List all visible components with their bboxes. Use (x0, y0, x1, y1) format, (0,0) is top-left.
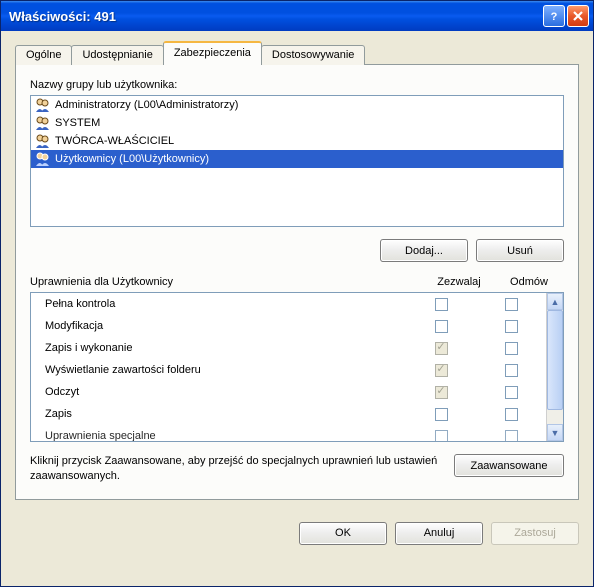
add-button[interactable]: Dodaj... (380, 239, 468, 262)
groups-list[interactable]: Administratorzy (L00\Administratorzy) SY… (30, 95, 564, 227)
permissions-allow-col: Zezwalaj (424, 276, 494, 288)
permission-name: Modyfikacja (45, 320, 406, 332)
permission-name: Odczyt (45, 386, 406, 398)
permissions-header: Uprawnienia dla Użytkownicy Zezwalaj Odm… (30, 276, 564, 288)
permissions-list: Pełna kontrola Modyfikacja Zapis i wykon… (30, 292, 564, 442)
group-icon (35, 116, 51, 130)
tab-sharing[interactable]: Udostępnianie (71, 45, 163, 65)
permission-row: Pełna kontrola (31, 293, 546, 315)
allow-checkbox[interactable] (435, 364, 448, 377)
permission-row: Odczyt (31, 381, 546, 403)
permission-row: Zapis (31, 403, 546, 425)
tabstrip: Ogólne Udostępnianie Zabezpieczenia Dost… (15, 43, 579, 64)
list-item[interactable]: TWÓRCA-WŁAŚCICIEL (31, 132, 563, 150)
permissions-title: Uprawnienia dla Użytkownicy (30, 276, 424, 288)
group-icon (35, 98, 51, 112)
deny-checkbox[interactable] (505, 386, 518, 399)
list-item-label: TWÓRCA-WŁAŚCICIEL (55, 135, 174, 147)
groups-label: Nazwy grupy lub użytkownika: (30, 79, 564, 91)
scroll-thumb[interactable] (547, 310, 563, 410)
dialog-buttons: OK Anuluj Zastosuj (1, 512, 593, 545)
permission-row: Zapis i wykonanie (31, 337, 546, 359)
ok-button[interactable]: OK (299, 522, 387, 545)
permission-row: Uprawnienia specjalne (31, 425, 546, 441)
list-item[interactable]: Użytkownicy (L00\Użytkownicy) (31, 150, 563, 168)
permission-name: Wyświetlanie zawartości folderu (45, 364, 406, 376)
window-title: Właściwości: 491 (9, 9, 541, 24)
permission-name: Zapis (45, 408, 406, 420)
svg-text:?: ? (551, 11, 558, 22)
permission-name: Pełna kontrola (45, 298, 406, 310)
list-item-label: SYSTEM (55, 117, 100, 129)
deny-checkbox[interactable] (505, 364, 518, 377)
titlebar: Właściwości: 491 ? (1, 1, 593, 31)
permissions-deny-col: Odmów (494, 276, 564, 288)
tab-customize[interactable]: Dostosowywanie (261, 45, 366, 65)
tab-security[interactable]: Zabezpieczenia (163, 41, 262, 65)
deny-checkbox[interactable] (505, 342, 518, 355)
deny-checkbox[interactable] (505, 298, 518, 311)
permission-name: Zapis i wykonanie (45, 342, 406, 354)
scroll-down-button[interactable]: ▼ (547, 424, 563, 441)
advanced-hint: Kliknij przycisk Zaawansowane, aby przej… (30, 454, 442, 485)
allow-checkbox[interactable] (435, 320, 448, 333)
list-item-label: Administratorzy (L00\Administratorzy) (55, 99, 238, 111)
deny-checkbox[interactable] (505, 408, 518, 421)
list-item[interactable]: SYSTEM (31, 114, 563, 132)
group-icon (35, 152, 51, 166)
list-item[interactable]: Administratorzy (L00\Administratorzy) (31, 96, 563, 114)
scrollbar[interactable]: ▲ ▼ (546, 293, 563, 441)
allow-checkbox[interactable] (435, 408, 448, 421)
apply-button[interactable]: Zastosuj (491, 522, 579, 545)
list-item-label: Użytkownicy (L00\Użytkownicy) (55, 153, 209, 165)
permission-row: Modyfikacja (31, 315, 546, 337)
help-button[interactable]: ? (543, 5, 565, 27)
allow-checkbox[interactable] (435, 430, 448, 442)
permission-name: Uprawnienia specjalne (45, 430, 406, 441)
scroll-track[interactable] (547, 310, 563, 424)
tab-panel-security: Nazwy grupy lub użytkownika: Administrat… (15, 64, 579, 500)
allow-checkbox[interactable] (435, 298, 448, 311)
allow-checkbox[interactable] (435, 386, 448, 399)
advanced-button[interactable]: Zaawansowane (454, 454, 564, 477)
permission-row: Wyświetlanie zawartości folderu (31, 359, 546, 381)
group-icon (35, 134, 51, 148)
allow-checkbox[interactable] (435, 342, 448, 355)
deny-checkbox[interactable] (505, 430, 518, 442)
deny-checkbox[interactable] (505, 320, 518, 333)
scroll-up-button[interactable]: ▲ (547, 293, 563, 310)
close-button[interactable] (567, 5, 589, 27)
cancel-button[interactable]: Anuluj (395, 522, 483, 545)
remove-button[interactable]: Usuń (476, 239, 564, 262)
tab-general[interactable]: Ogólne (15, 45, 72, 65)
